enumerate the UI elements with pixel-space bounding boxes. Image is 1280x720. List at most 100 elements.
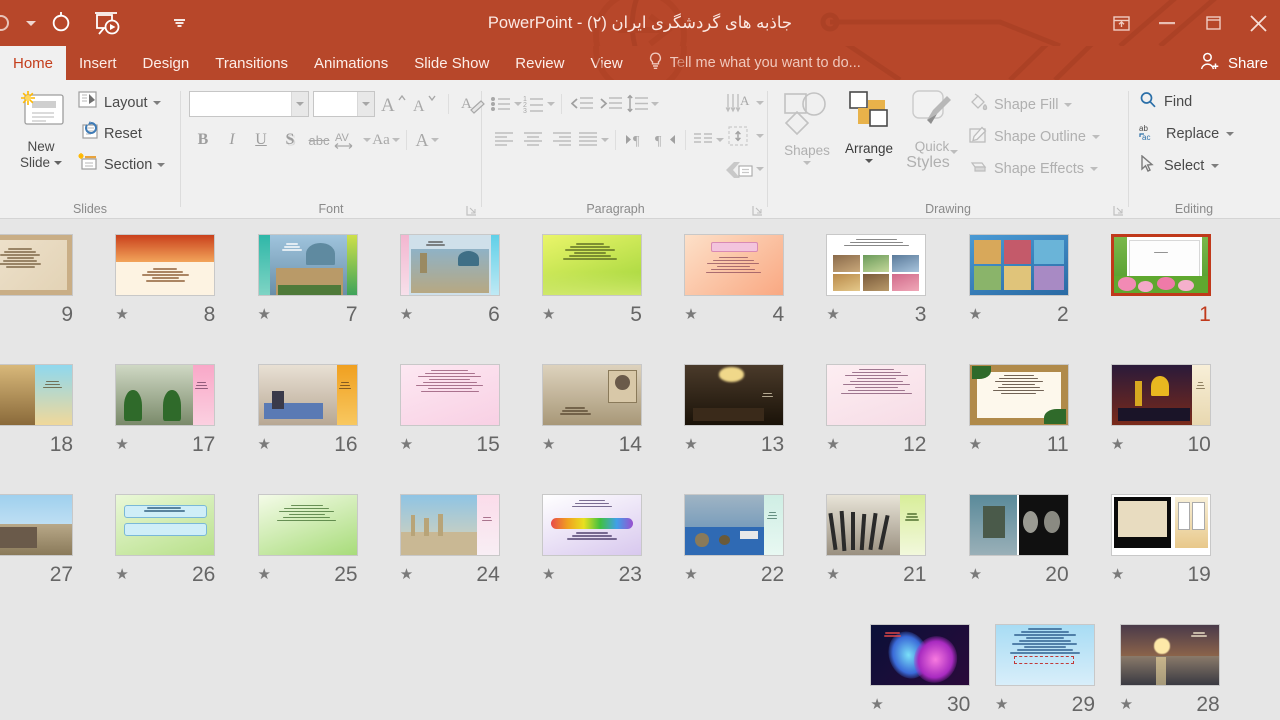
animation-star-icon[interactable]: ★ xyxy=(826,567,839,582)
animation-star-icon[interactable]: ★ xyxy=(400,307,413,322)
find-button[interactable]: Find xyxy=(1139,87,1234,117)
slide-thumbnail-3[interactable]: ★ 3 xyxy=(805,219,947,349)
convert-to-smartart-button[interactable] xyxy=(724,154,764,184)
slide-thumbnail-26[interactable]: ★ 26 xyxy=(94,479,236,609)
columns-button[interactable] xyxy=(692,125,724,155)
animation-star-icon[interactable]: ★ xyxy=(969,437,982,452)
tab-view[interactable]: View xyxy=(577,46,635,80)
strikethrough-button[interactable]: abc xyxy=(305,125,333,155)
animation-star-icon[interactable]: ★ xyxy=(400,437,413,452)
italic-button[interactable]: I xyxy=(218,125,246,155)
animation-star-icon[interactable]: ★ xyxy=(969,307,982,322)
animation-star-icon[interactable]: ★ xyxy=(684,567,697,582)
slide-thumbnail-29[interactable]: ★ 29 xyxy=(983,609,1108,720)
slide-thumbnail-image[interactable] xyxy=(541,234,642,296)
slide-sorter-pane[interactable]: 9 ★ 8 ★ 7 ★ 6 ★ 5 ★ 4 ★ 3 ★ 2 1 18 ★ 17 ★ 16 ★ 15 ★ 14 ★ 13 ★ 12 ★ 11 ★… xyxy=(0,219,1280,720)
slide-thumbnail-image[interactable] xyxy=(0,364,74,426)
slide-thumbnail-15[interactable]: ★ 15 xyxy=(379,349,521,479)
slide-thumbnail-image[interactable] xyxy=(1110,364,1211,426)
increase-indent-button[interactable] xyxy=(597,89,625,119)
slide-thumbnail-17[interactable]: ★ 17 xyxy=(94,349,236,479)
animation-star-icon[interactable]: ★ xyxy=(969,567,982,582)
animation-star-icon[interactable]: ★ xyxy=(258,307,271,322)
slide-thumbnail-image[interactable] xyxy=(257,234,358,296)
slide-thumbnail-24[interactable]: ★ 24 xyxy=(379,479,521,609)
slide-thumbnail-image[interactable] xyxy=(826,234,927,296)
slide-thumbnail-image[interactable] xyxy=(826,364,927,426)
slide-thumbnail-20[interactable]: ★ 20 xyxy=(948,479,1090,609)
paragraph-dialog-launcher[interactable] xyxy=(752,205,763,216)
slide-thumbnail-image[interactable] xyxy=(968,234,1069,296)
align-right-button[interactable] xyxy=(548,125,576,155)
font-size-combo[interactable] xyxy=(313,91,375,117)
slide-thumbnail-23[interactable]: ★ 23 xyxy=(521,479,663,609)
character-spacing-button[interactable]: AV xyxy=(334,125,371,155)
tell-me-search[interactable]: Tell me what you want to do... xyxy=(636,46,873,80)
decrease-indent-button[interactable] xyxy=(568,89,596,119)
animation-star-icon[interactable]: ★ xyxy=(826,307,839,322)
chevron-down-icon[interactable] xyxy=(357,92,374,116)
tab-review[interactable]: Review xyxy=(502,46,577,80)
slide-thumbnail-image[interactable] xyxy=(399,494,500,556)
window-controls[interactable] xyxy=(1098,0,1280,46)
slide-thumbnail-6[interactable]: ★ 6 xyxy=(379,219,521,349)
slide-thumbnail-image[interactable] xyxy=(1110,234,1211,296)
animation-star-icon[interactable]: ★ xyxy=(115,437,128,452)
animation-star-icon[interactable]: ★ xyxy=(542,437,555,452)
share-button[interactable]: Share xyxy=(1194,46,1274,80)
align-left-button[interactable] xyxy=(490,125,518,155)
justify-button[interactable] xyxy=(577,125,609,155)
slide-thumbnail-2[interactable]: ★ 2 xyxy=(948,219,1090,349)
shapes-button[interactable]: Shapes xyxy=(776,88,838,165)
slide-thumbnail-image[interactable] xyxy=(684,364,785,426)
shape-fill-button[interactable]: Shape Fill xyxy=(964,90,1104,120)
animation-star-icon[interactable]: ★ xyxy=(258,567,271,582)
slide-thumbnail-image[interactable] xyxy=(870,624,971,686)
slide-thumbnail-7[interactable]: ★ 7 xyxy=(236,219,378,349)
font-color-button[interactable]: A xyxy=(413,125,441,155)
animation-star-icon[interactable]: ★ xyxy=(870,697,883,712)
slide-thumbnail-image[interactable] xyxy=(541,364,642,426)
arrange-button[interactable]: Arrange xyxy=(838,88,900,163)
slide-thumbnail-image[interactable] xyxy=(968,494,1069,556)
font-name-input[interactable] xyxy=(190,92,291,116)
tab-animations[interactable]: Animations xyxy=(301,46,401,80)
text-direction-button[interactable]: A xyxy=(724,88,764,118)
minimize-icon[interactable] xyxy=(1144,3,1190,43)
slide-thumbnail-image[interactable] xyxy=(399,364,500,426)
animation-star-icon[interactable]: ★ xyxy=(826,437,839,452)
ltr-direction-button[interactable]: ¶ xyxy=(622,125,650,155)
slide-thumbnail-18[interactable]: 18 xyxy=(0,349,94,479)
slide-thumbnail-5[interactable]: ★ 5 xyxy=(521,219,663,349)
tab-transitions[interactable]: Transitions xyxy=(202,46,301,80)
slide-thumbnail-28[interactable]: ★ 28 xyxy=(1107,609,1232,720)
section-button[interactable]: Section xyxy=(74,150,169,179)
slide-thumbnail-image[interactable] xyxy=(399,234,500,296)
slide-thumbnail-image[interactable] xyxy=(115,234,216,296)
slide-thumbnail-12[interactable]: ★ 12 xyxy=(805,349,947,479)
slide-thumbnail-image[interactable] xyxy=(995,624,1095,686)
slide-thumbnail-image[interactable] xyxy=(115,364,216,426)
layout-button[interactable]: Layout xyxy=(74,88,169,117)
increase-font-size-button[interactable]: A xyxy=(379,89,407,119)
animation-star-icon[interactable]: ★ xyxy=(684,437,697,452)
numbering-button[interactable]: 123 xyxy=(523,89,555,119)
animation-star-icon[interactable]: ★ xyxy=(400,567,413,582)
animation-star-icon[interactable]: ★ xyxy=(684,307,697,322)
slide-thumbnail-14[interactable]: ★ 14 xyxy=(521,349,663,479)
slide-thumbnail-image[interactable] xyxy=(684,234,785,296)
slide-thumbnail-image[interactable] xyxy=(541,494,642,556)
select-button[interactable]: Select xyxy=(1139,151,1234,181)
animation-star-icon[interactable]: ★ xyxy=(995,697,1008,712)
slide-thumbnail-21[interactable]: ★ 21 xyxy=(805,479,947,609)
ribbon-tab-bar[interactable]: Home Insert Design Transitions Animation… xyxy=(0,46,1280,80)
slide-thumbnail-27[interactable]: 27 xyxy=(0,479,94,609)
change-case-button[interactable]: Aa xyxy=(372,125,400,155)
font-size-input[interactable] xyxy=(314,92,357,116)
animation-star-icon[interactable]: ★ xyxy=(115,307,128,322)
slide-thumbnail-16[interactable]: ★ 16 xyxy=(236,349,378,479)
animation-star-icon[interactable]: ★ xyxy=(1120,697,1133,712)
tab-insert[interactable]: Insert xyxy=(66,46,130,80)
slide-thumbnail-4[interactable]: ★ 4 xyxy=(663,219,805,349)
slide-thumbnail-30[interactable]: ★ 30 xyxy=(858,609,983,720)
